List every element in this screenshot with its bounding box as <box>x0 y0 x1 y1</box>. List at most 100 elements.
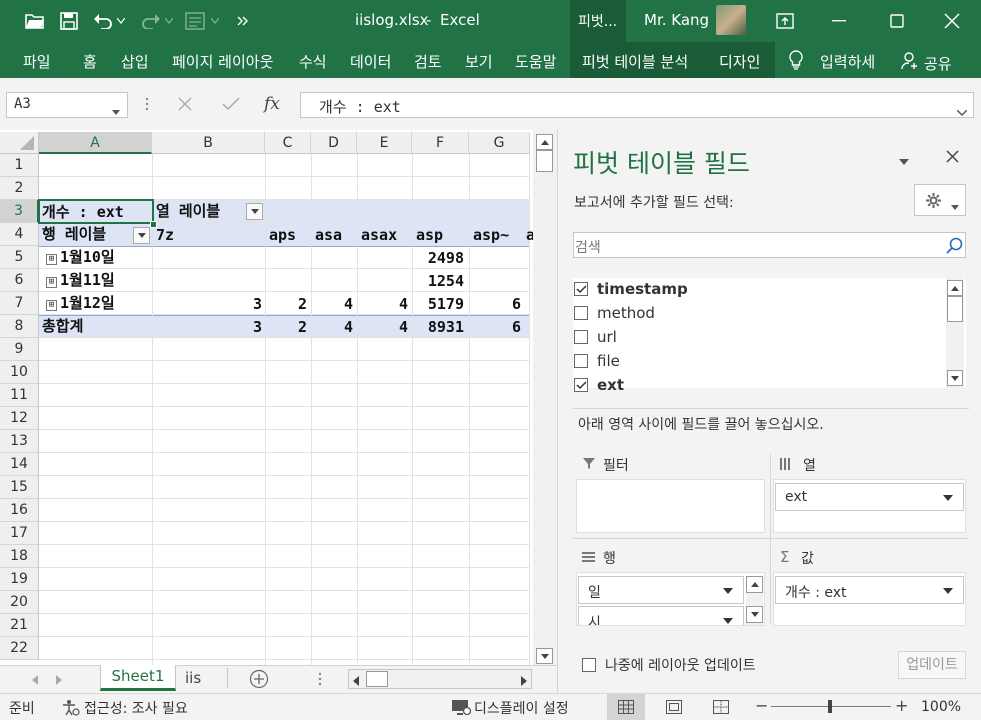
chevron-down-icon[interactable] <box>943 588 953 594</box>
field-item-timestamp[interactable]: timestamp <box>574 278 688 300</box>
pane-options-dropdown-icon[interactable] <box>899 153 909 169</box>
pivot-col-header[interactable]: aps <box>269 224 296 246</box>
checkbox-checked-icon[interactable] <box>574 282 588 296</box>
column-header-e[interactable]: E <box>357 132 412 154</box>
pivot-cell[interactable]: 2 <box>265 293 307 315</box>
row-header[interactable]: 14 <box>0 453 39 476</box>
scroll-down-arrow-icon[interactable] <box>746 606 763 623</box>
expand-plus-icon[interactable]: ⊞ <box>46 277 57 288</box>
row-header[interactable]: 20 <box>0 591 39 614</box>
vertical-scrollbar[interactable] <box>533 130 557 665</box>
select-all-corner[interactable] <box>0 132 39 154</box>
chevron-down-icon[interactable] <box>723 588 733 594</box>
rows-item-hour[interactable]: 시 <box>578 606 744 625</box>
display-settings-icon[interactable] <box>451 699 472 719</box>
pivot-cell[interactable]: 4 <box>357 293 408 315</box>
pivot-cell[interactable]: 4 <box>311 293 353 315</box>
checkbox-unchecked-icon[interactable] <box>574 330 588 344</box>
pivot-total-cell[interactable]: 8931 <box>412 316 464 338</box>
pivot-row-item[interactable]: ⊞ 1월10일 <box>46 246 115 268</box>
scroll-up-arrow-icon[interactable] <box>947 280 963 296</box>
close-pane-icon[interactable] <box>946 150 959 167</box>
field-list-scrollbar[interactable] <box>946 278 964 388</box>
column-header-b[interactable]: B <box>152 132 265 154</box>
rows-area-scrollbar[interactable] <box>746 576 763 625</box>
row-header[interactable]: 18 <box>0 545 39 568</box>
scroll-down-arrow-icon[interactable] <box>536 648 553 664</box>
next-sheet-icon[interactable] <box>56 673 62 689</box>
tab-data[interactable]: 데이터 <box>350 51 391 72</box>
more-commands-icon[interactable] <box>230 8 256 34</box>
rows-drop-area[interactable]: 일 시 <box>576 572 765 626</box>
zoom-level[interactable]: 100% <box>921 699 961 715</box>
tell-me-input[interactable]: 입력하세 <box>820 51 875 72</box>
scroll-down-arrow-icon[interactable] <box>947 370 963 386</box>
close-icon[interactable] <box>939 8 965 34</box>
sheet-tab-iis[interactable]: iis <box>185 669 201 687</box>
column-header-g[interactable]: G <box>469 132 530 154</box>
tab-design[interactable]: 디자인 <box>719 51 760 72</box>
row-header[interactable]: 16 <box>0 499 39 522</box>
undo-dropdown-icon[interactable] <box>114 8 128 34</box>
row-header[interactable]: 21 <box>0 614 39 637</box>
pivot-row-label[interactable]: 행 레이블 <box>42 223 106 245</box>
prev-sheet-icon[interactable] <box>32 673 38 689</box>
insert-function-icon[interactable]: fx <box>264 94 280 114</box>
row-header[interactable]: 6 <box>0 269 39 292</box>
column-header-c[interactable]: C <box>265 132 311 154</box>
checkbox-unchecked-icon[interactable] <box>574 354 588 368</box>
row-header[interactable]: 15 <box>0 476 39 499</box>
column-label-filter-button[interactable] <box>246 203 263 220</box>
formula-bar-grip-icon[interactable] <box>145 96 149 116</box>
name-box[interactable]: A3 <box>6 92 128 118</box>
maximize-icon[interactable] <box>884 8 910 34</box>
lightbulb-icon[interactable] <box>788 50 804 74</box>
worksheet-grid[interactable]: A B C D E F G 1 2 3 4 5 6 7 8 9 10 11 12… <box>0 130 557 665</box>
row-header[interactable]: 1 <box>0 154 39 177</box>
tab-help[interactable]: 도움말 <box>515 51 556 72</box>
field-search-input[interactable]: 검색 <box>573 232 966 258</box>
checkbox-checked-icon[interactable] <box>574 378 588 392</box>
pivot-total-cell[interactable]: 4 <box>357 316 408 338</box>
horizontal-scrollbar[interactable] <box>348 669 532 689</box>
formula-input[interactable]: 개수 : ext <box>300 92 974 118</box>
redo-dropdown-icon[interactable] <box>162 8 176 34</box>
ribbon-display-options-icon[interactable] <box>772 8 798 34</box>
tab-view[interactable]: 보기 <box>465 51 493 72</box>
share-person-icon[interactable] <box>901 52 919 74</box>
tab-review[interactable]: 검토 <box>414 51 442 72</box>
pivot-total-cell[interactable]: 3 <box>212 316 262 338</box>
zoom-slider-thumb[interactable] <box>828 700 832 713</box>
zoom-out-icon[interactable]: − <box>755 696 768 715</box>
values-item-count-ext[interactable]: 개수 : ext <box>775 576 964 604</box>
form-dropdown-icon[interactable] <box>208 8 222 34</box>
row-header[interactable]: 9 <box>0 338 39 361</box>
tab-splitter-grip-icon[interactable] <box>318 671 322 691</box>
name-box-dropdown-icon[interactable] <box>112 103 120 119</box>
accessibility-icon[interactable] <box>62 699 80 720</box>
field-list-scroll-thumb[interactable] <box>947 296 963 322</box>
add-sheet-icon[interactable] <box>249 669 269 693</box>
columns-drop-area[interactable]: ext <box>773 479 966 533</box>
pivot-column-label[interactable]: 열 레이블 <box>156 200 220 222</box>
pivot-total-cell[interactable]: 6 <box>469 316 521 338</box>
row-header[interactable]: 19 <box>0 568 39 591</box>
row-header[interactable]: 10 <box>0 361 39 384</box>
pivot-row-item[interactable]: ⊞ 1월12일 <box>46 292 115 314</box>
scroll-thumb[interactable] <box>536 150 553 172</box>
confirm-entry-icon[interactable] <box>222 97 240 115</box>
scroll-left-arrow-icon[interactable] <box>353 674 359 690</box>
chevron-down-icon[interactable] <box>723 618 733 624</box>
field-item-ext[interactable]: ext <box>574 374 624 396</box>
expand-plus-icon[interactable]: ⊞ <box>46 254 57 265</box>
cancel-entry-icon[interactable] <box>178 97 192 115</box>
avatar[interactable] <box>716 5 746 35</box>
columns-item-ext[interactable]: ext <box>775 483 964 511</box>
pivot-row-item[interactable]: ⊞ 1월11일 <box>46 269 115 291</box>
rows-item-day[interactable]: 일 <box>578 576 744 604</box>
row-header[interactable]: 3 <box>0 200 39 223</box>
page-layout-view-icon[interactable] <box>666 700 682 718</box>
pivot-total-cell[interactable]: 2 <box>265 316 307 338</box>
accessibility-status[interactable]: 접근성: 조사 필요 <box>84 698 188 718</box>
checkbox-unchecked-icon[interactable] <box>574 306 588 320</box>
